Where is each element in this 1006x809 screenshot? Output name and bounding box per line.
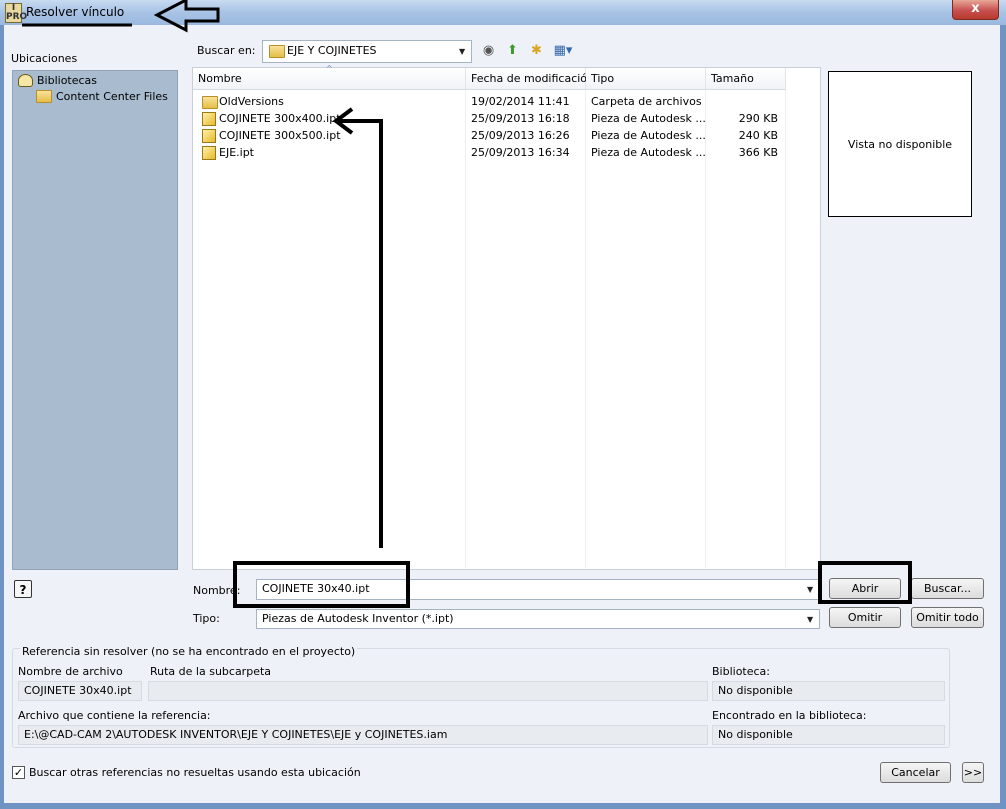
annotation-arrows <box>22 0 383 548</box>
annotation-arrow-to-file <box>338 119 383 548</box>
annotation-arrow-to-title <box>153 0 220 33</box>
